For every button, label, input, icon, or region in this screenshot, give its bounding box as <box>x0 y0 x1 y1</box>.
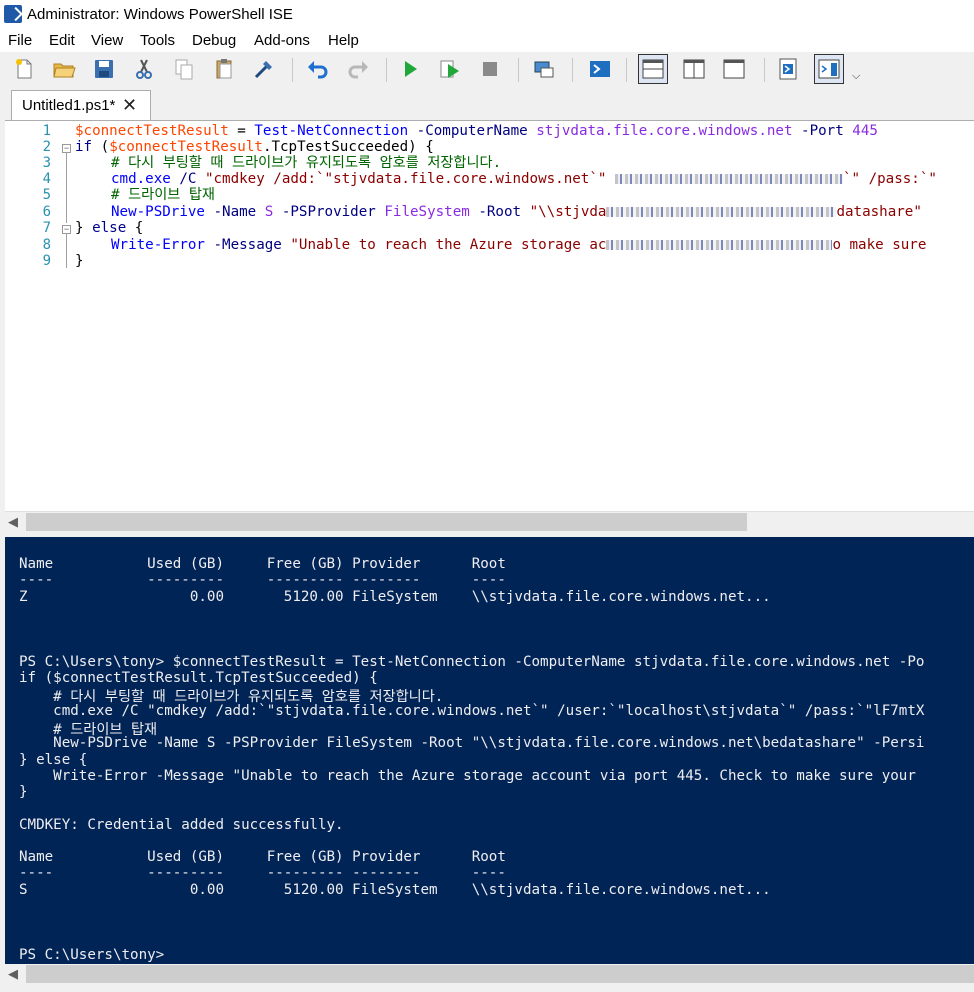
console-line: CMDKEY: Credential added successfully. <box>19 817 344 833</box>
title-bar: Administrator: Windows PowerShell ISE <box>0 0 974 30</box>
code-line-3: # 다시 부팅할 때 드라이브가 유지되도록 암호를 저장합니다. <box>111 155 502 171</box>
console-horizontal-scrollbar[interactable]: ◀ <box>5 964 974 984</box>
console-prompt[interactable]: PS C:\Users\tony> <box>19 947 164 963</box>
code-line-7: } else { <box>75 220 144 236</box>
redacted-text <box>614 174 843 184</box>
console-line: cmd.exe /C "cmdkey /add:`"stjvdata.file.… <box>19 703 925 719</box>
menu-bar: File Edit View Tools Debug Add-ons Help <box>0 30 974 52</box>
console-line: S 0.00 5120.00 FileSystem \\stjvdata.fil… <box>19 882 771 898</box>
scroll-left-arrow-icon[interactable]: ◀ <box>8 514 18 530</box>
run-selection-icon[interactable] <box>438 57 462 81</box>
save-icon[interactable] <box>92 57 116 81</box>
console-line: Name Used (GB) Free (GB) Provider Root <box>19 849 506 865</box>
console-line: Z 0.00 5120.00 FileSystem \\stjvdata.fil… <box>19 589 771 605</box>
cut-icon[interactable] <box>132 57 156 81</box>
menu-tools[interactable]: Tools <box>140 32 175 49</box>
console-line: PS C:\Users\tony> $connectTestResult = T… <box>19 654 925 670</box>
line-number: 4 <box>42 171 51 187</box>
collapse-toggle-icon[interactable]: − <box>62 144 71 153</box>
console-line: if ($connectTestResult.TcpTestSucceeded)… <box>19 670 378 686</box>
console-line: ---- --------- --------- -------- ---- <box>19 865 506 881</box>
tab-label: Untitled1.ps1* <box>22 97 116 114</box>
collapse-toggle-icon[interactable]: − <box>62 225 71 234</box>
redacted-text <box>606 207 837 217</box>
fold-guide <box>66 153 67 223</box>
code-line-2: if ($connectTestResult.TcpTestSucceeded)… <box>75 139 434 155</box>
line-number: 6 <box>42 204 51 220</box>
menu-view[interactable]: View <box>91 32 123 49</box>
toolbar-separator <box>572 58 573 82</box>
toolbar <box>0 52 974 86</box>
menu-help[interactable]: Help <box>328 32 359 49</box>
show-script-pane-maximized-icon[interactable] <box>722 57 746 81</box>
console-line: } <box>19 784 28 800</box>
copy-icon[interactable] <box>172 57 196 81</box>
close-tab-icon[interactable]: ✕ <box>122 95 137 116</box>
scroll-left-arrow-icon[interactable]: ◀ <box>8 966 18 982</box>
paste-icon[interactable] <box>212 57 236 81</box>
fold-guide <box>66 234 67 268</box>
show-script-pane-right-icon[interactable] <box>682 57 706 81</box>
tab-strip: Untitled1.ps1* ✕ <box>0 88 974 120</box>
undo-icon[interactable] <box>306 57 330 81</box>
console-line: Name Used (GB) Free (GB) Provider Root <box>19 556 506 572</box>
script-editor[interactable]: 1 2 3 4 5 6 7 8 9 − − $connectTestResult… <box>5 120 974 512</box>
console-line: } else { <box>19 752 88 768</box>
redo-icon[interactable] <box>346 57 370 81</box>
start-powershell-icon[interactable] <box>588 57 612 81</box>
menu-add-ons[interactable]: Add-ons <box>254 32 310 49</box>
line-number: 9 <box>42 253 51 269</box>
console-line: New-PSDrive -Name S -PSProvider FileSyst… <box>19 735 925 751</box>
code-line-9: } <box>75 253 84 269</box>
scrollbar-thumb[interactable] <box>26 965 974 983</box>
show-script-pane-top-icon[interactable] <box>638 54 668 84</box>
run-script-icon[interactable] <box>398 57 422 81</box>
console-line: ---- --------- --------- -------- ---- <box>19 572 506 588</box>
code-line-8: Write-Error -Message "Unable to reach th… <box>111 237 927 253</box>
console-line: Write-Error -Message "Unable to reach th… <box>19 768 916 784</box>
code-line-6: New-PSDrive -Name S -PSProvider FileSyst… <box>111 204 922 220</box>
line-number: 8 <box>42 237 51 253</box>
status-strip <box>0 984 974 992</box>
toolbar-overflow-chevron-icon[interactable]: ⌵ <box>852 70 860 83</box>
clear-console-icon[interactable] <box>252 57 276 81</box>
show-command-window-icon[interactable] <box>776 57 800 81</box>
console-pane[interactable]: Name Used (GB) Free (GB) Provider Root -… <box>5 537 974 964</box>
editor-horizontal-scrollbar[interactable]: ◀ <box>5 511 974 532</box>
toolbar-separator <box>626 58 627 82</box>
show-command-addon-icon[interactable] <box>814 54 844 84</box>
menu-edit[interactable]: Edit <box>49 32 75 49</box>
open-folder-icon[interactable] <box>52 57 76 81</box>
toolbar-separator <box>764 58 765 82</box>
code-line-1: $connectTestResult = Test-NetConnection … <box>75 123 878 139</box>
new-remote-tab-icon[interactable] <box>532 57 556 81</box>
code-line-5: # 드라이브 탑재 <box>111 187 215 203</box>
menu-file[interactable]: File <box>8 32 32 49</box>
stop-icon[interactable] <box>478 57 502 81</box>
new-file-icon[interactable] <box>12 57 36 81</box>
redacted-text <box>606 240 833 250</box>
code-line-4: cmd.exe /C "cmdkey /add:`"stjvdata.file.… <box>111 171 937 187</box>
toolbar-separator <box>386 58 387 82</box>
line-number: 2 <box>42 139 51 155</box>
line-number: 5 <box>42 187 51 203</box>
line-number: 1 <box>42 123 51 139</box>
toolbar-separator <box>292 58 293 82</box>
line-number-gutter: 1 2 3 4 5 6 7 8 9 <box>5 121 60 512</box>
tab-untitled1[interactable]: Untitled1.ps1* ✕ <box>11 90 151 120</box>
scrollbar-thumb[interactable] <box>26 513 747 531</box>
menu-debug[interactable]: Debug <box>192 32 236 49</box>
line-number: 7 <box>42 220 51 236</box>
window-title: Administrator: Windows PowerShell ISE <box>27 6 293 23</box>
powershell-ise-app-icon <box>4 5 22 23</box>
line-number: 3 <box>42 155 51 171</box>
toolbar-separator <box>518 58 519 82</box>
